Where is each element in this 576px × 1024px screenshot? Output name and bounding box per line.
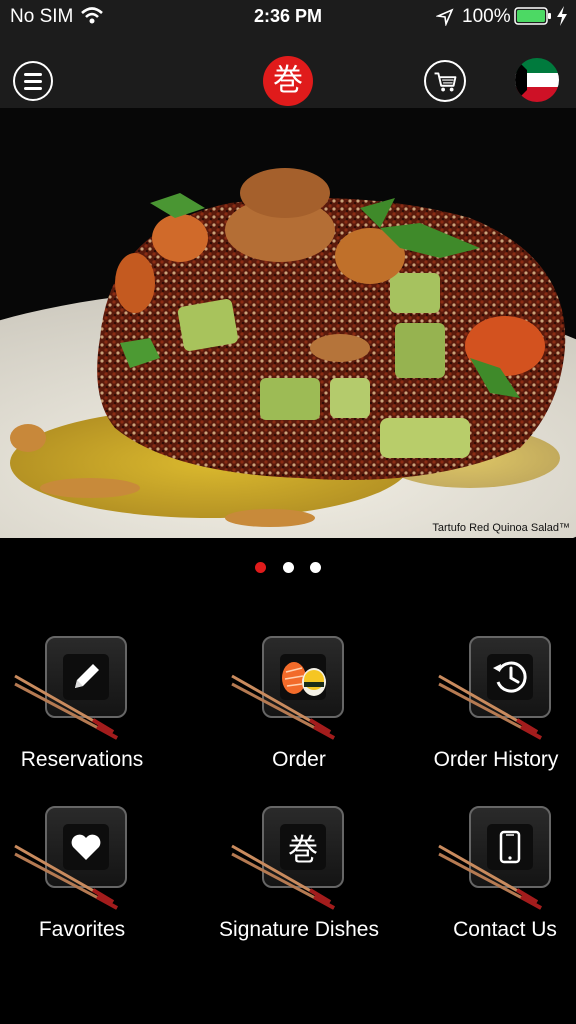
tile-label: Reservations	[20, 748, 144, 771]
chopsticks-icon	[14, 844, 118, 910]
tile-reservations[interactable]: Reservations	[0, 636, 177, 786]
chopsticks-icon	[231, 674, 335, 740]
chopsticks-icon	[231, 844, 335, 910]
hero-caption: Tartufo Red Quinoa Salad™	[432, 522, 570, 534]
tile-order[interactable]: Order	[204, 636, 394, 786]
nav-bar: 巻	[0, 34, 576, 108]
hamburger-menu-icon[interactable]	[13, 61, 53, 101]
battery-icon	[514, 7, 551, 25]
page-dot[interactable]	[309, 562, 321, 573]
tile-signature-dishes[interactable]: 巻 Signature Dishes	[204, 806, 394, 956]
page-dot[interactable]	[282, 562, 294, 573]
chopsticks-icon	[438, 844, 542, 910]
hero-carousel[interactable]: Tartufo Red Quinoa Salad™	[0, 108, 576, 538]
tile-label: Signature Dishes	[219, 918, 379, 941]
quinoa-salad-image	[0, 108, 576, 538]
tile-contact-us[interactable]: Contact Us	[410, 806, 576, 956]
cart-icon[interactable]	[424, 60, 466, 102]
tile-label: Order	[272, 748, 326, 771]
tile-label: Order History	[433, 748, 559, 771]
status-bar: No SIM 2:36 PM 100%	[0, 0, 576, 34]
chopsticks-icon	[438, 674, 542, 740]
tile-order-history[interactable]: Order History	[401, 636, 576, 786]
tile-favorites[interactable]: Favorites	[0, 806, 177, 956]
page-dot-active[interactable]	[255, 562, 267, 573]
battery-percent: 100%	[462, 6, 511, 27]
kuwait-flag-icon[interactable]	[515, 58, 559, 102]
chopsticks-icon	[14, 674, 118, 740]
location-arrow-icon	[436, 8, 454, 26]
tile-label: Favorites	[38, 918, 126, 941]
bolt-icon	[557, 6, 567, 26]
tile-label: Contact Us	[453, 918, 557, 941]
carousel-pagination[interactable]	[0, 560, 576, 573]
restaurant-logo[interactable]: 巻	[263, 56, 313, 106]
